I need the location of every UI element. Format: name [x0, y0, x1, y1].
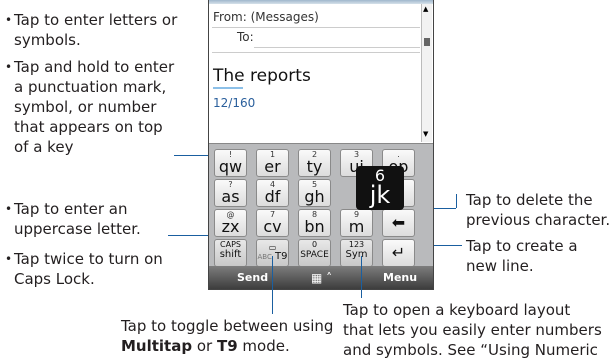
key-bn-main: bn: [304, 217, 325, 236]
space-key[interactable]: 0 SPACE: [298, 239, 331, 267]
scroll-down-icon[interactable]: ▼: [423, 130, 428, 138]
scrollbar[interactable]: ▲ ▼: [421, 4, 432, 142]
callout-toggle-mode: Tap to toggle between using Multitap or …: [121, 316, 341, 356]
key-df-main: df: [264, 187, 281, 206]
callout-toggle-line1: Tap to toggle between using: [121, 317, 334, 335]
callout-toggle-line2: Multitap or T9 mode.: [121, 336, 341, 356]
send-softkey[interactable]: Send: [237, 271, 268, 284]
callout-sym-line3: and symbols. See “Using Numeric: [343, 341, 598, 359]
enter-icon: ↵: [391, 243, 406, 262]
abc-label: ABC: [257, 253, 272, 261]
callout-delete: Tap to delete the previous character.: [466, 190, 612, 230]
to-divider: [254, 47, 420, 48]
text-cursor-underline: [213, 87, 243, 89]
callout-caps-lock: Tap twice to turn on Caps Lock.: [5, 249, 194, 289]
menu-softkey[interactable]: Menu: [383, 271, 417, 284]
scroll-thumb[interactable]: [424, 38, 430, 46]
to-field[interactable]: To:: [237, 30, 254, 44]
key-gh-main: gh: [304, 187, 325, 206]
callout-uppercase-line2: uppercase letter.: [14, 220, 141, 238]
scroll-up-icon[interactable]: ▲: [423, 5, 428, 13]
callout-tap-hold-line4: that appears on top: [14, 118, 163, 136]
leader-line-backspace: [434, 208, 456, 209]
callout-enter-letters: Tap to enter letters or symbols.: [5, 10, 194, 50]
phone-screen: From: (Messages) To: ▲ ▼ The reports 12/…: [208, 0, 434, 290]
key-as-main: as: [221, 187, 240, 206]
key-m-main: m: [348, 217, 365, 236]
backspace-icon: ⬅: [391, 213, 406, 232]
callout-tap-hold: Tap and hold to enter a punctuation mark…: [5, 57, 194, 157]
callout-delete-line2: previous character.: [466, 211, 611, 229]
key-er-main: er: [264, 157, 281, 176]
leader-line-sym: [361, 256, 362, 298]
shift-label: shift: [219, 249, 242, 260]
callout-toggle-end: mode.: [237, 337, 290, 355]
key-ty-main: ty: [306, 157, 323, 176]
key-m[interactable]: 9m: [340, 209, 373, 237]
key-gh[interactable]: 5 gh: [298, 179, 331, 207]
key-cv[interactable]: 7 cv: [256, 209, 289, 237]
key-zx[interactable]: @ zx: [214, 209, 247, 237]
callout-caps-lock-line2: Caps Lock.: [14, 270, 95, 288]
key-as[interactable]: ? as: [214, 179, 247, 207]
backspace-key[interactable]: ⬅: [382, 209, 415, 237]
callout-tap-hold-line1: Tap and hold to enter: [14, 58, 175, 76]
from-divider: [212, 27, 420, 28]
input-panel-icon[interactable]: ▦ ˄: [311, 271, 332, 285]
sym-label: Sym: [345, 249, 368, 260]
from-label: From:: [213, 10, 247, 24]
key-df[interactable]: 4 df: [256, 179, 289, 207]
header-divider: [212, 52, 420, 53]
from-field[interactable]: From: (Messages): [213, 10, 319, 24]
key-zx-main: zx: [221, 217, 240, 236]
callout-delete-line1: Tap to delete the: [466, 191, 593, 209]
from-value: (Messages): [250, 10, 319, 24]
key-bn[interactable]: 8 bn: [298, 209, 331, 237]
callout-sym-line2: that lets you easily enter numbers: [343, 321, 602, 339]
callout-toggle-or: or: [192, 337, 217, 355]
key-ty[interactable]: 2 ty: [298, 149, 331, 177]
callout-new-line: Tap to create a new line.: [466, 236, 612, 276]
title-bar: [209, 0, 433, 4]
key-cv-main: cv: [263, 217, 282, 236]
callout-new-line-line2: new line.: [466, 257, 534, 275]
shift-key[interactable]: CAPS shift: [214, 239, 247, 267]
callout-new-line-line1: Tap to create a: [466, 237, 578, 255]
key-qw-main: qw: [218, 157, 243, 176]
softkey-bar: Send ▦ ˄ Menu: [209, 266, 433, 289]
callout-sym-line1: Tap to open a keyboard layout: [343, 301, 571, 319]
multitap-label: Multitap: [121, 337, 193, 355]
space-key-top: 0: [311, 240, 318, 249]
leader-line-enter: [434, 245, 462, 246]
t9-label: T9: [275, 251, 288, 262]
callout-uppercase-line1: Tap to enter an: [14, 200, 128, 218]
key-er[interactable]: 1 er: [256, 149, 289, 177]
callout-enter-letters-text: Tap to enter letters or symbols.: [14, 11, 178, 49]
key-popup-jk: 6 jk: [356, 166, 404, 210]
enter-key[interactable]: ↵: [382, 239, 415, 267]
callout-sym-layout: Tap to open a keyboard layout that lets …: [343, 300, 612, 360]
callout-tap-hold-line3: symbol, or number: [14, 98, 157, 116]
key-qw[interactable]: ! qw: [214, 149, 247, 177]
space-label: SPACE: [300, 250, 329, 260]
callout-caps-lock-line1: Tap twice to turn on: [14, 250, 163, 268]
callout-tap-hold-line5: of a key: [14, 138, 74, 156]
message-subject[interactable]: The reports: [213, 66, 311, 86]
leader-line-backspace-vert: [456, 194, 457, 208]
key-popup-main: jk: [369, 181, 391, 209]
callout-tap-hold-line2: a punctuation mark,: [14, 78, 167, 96]
symbol-key[interactable]: 123 Sym: [340, 239, 373, 267]
to-label: To:: [237, 30, 254, 44]
character-counter: 12/160: [213, 96, 256, 110]
leader-line-caps: [168, 235, 210, 236]
callout-uppercase: Tap to enter an uppercase letter.: [5, 199, 194, 239]
t9-mode-label: T9: [216, 337, 238, 355]
leader-line-toggle: [272, 256, 273, 314]
